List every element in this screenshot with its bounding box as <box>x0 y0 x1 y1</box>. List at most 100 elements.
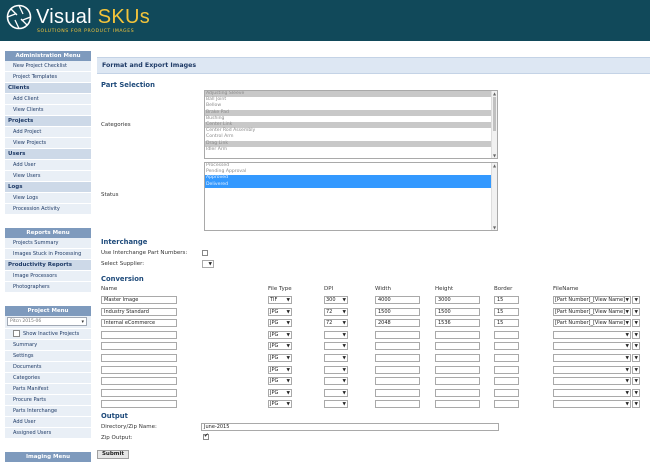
file-type-select[interactable]: TIF ▼ <box>268 296 292 304</box>
file-type-select[interactable]: JPG ▼ <box>268 354 292 362</box>
status-option[interactable]: Delivered <box>205 181 497 188</box>
sidebar-item[interactable]: Parts Manifest <box>5 384 91 395</box>
height-input[interactable]: 3000 <box>435 296 480 304</box>
use-interchange-checkbox[interactable] <box>202 250 208 256</box>
file-type-select[interactable]: JPG ▼ <box>268 400 292 409</box>
arrow-down-icon[interactable]: ▼ <box>492 225 497 230</box>
dpi-select[interactable]: ▼ <box>324 400 348 409</box>
filename-select[interactable]: ▼ <box>553 400 631 409</box>
filename-dropdown-button[interactable]: ▼ <box>632 354 640 362</box>
category-option[interactable]: Idler Arm <box>205 147 497 153</box>
filename-select[interactable]: [Part Number]_[View Name] ▼ <box>553 319 631 328</box>
dpi-select[interactable]: ▼ <box>324 330 348 339</box>
sidebar-item[interactable]: Add User <box>5 160 91 171</box>
width-input[interactable] <box>375 354 420 362</box>
show-inactive-checkbox[interactable] <box>13 330 20 337</box>
supplier-select[interactable]: ▼ <box>202 260 214 268</box>
border-input[interactable]: 15 <box>494 319 519 328</box>
sidebar-item[interactable]: Categories <box>5 373 91 384</box>
name-input[interactable] <box>101 388 177 397</box>
width-input[interactable] <box>375 388 420 397</box>
border-input[interactable] <box>494 377 519 386</box>
border-input[interactable] <box>494 365 519 374</box>
sidebar-item[interactable]: Summary <box>5 340 91 351</box>
sidebar-item[interactable]: Add Project <box>5 127 91 138</box>
filename-select[interactable]: ▼ <box>553 388 631 397</box>
sidebar-item[interactable]: Procession Activity <box>5 204 91 215</box>
sidebar-item[interactable]: Add Client <box>5 94 91 105</box>
dpi-select[interactable]: ▼ <box>324 388 348 397</box>
border-input[interactable] <box>494 354 519 362</box>
project-select[interactable]: Pitcn 2015-06 ▾ <box>7 317 87 326</box>
name-input[interactable] <box>101 400 177 409</box>
filename-select[interactable]: ▼ <box>553 365 631 374</box>
dpi-select[interactable]: 300 ▼ <box>324 296 348 304</box>
file-type-select[interactable]: JPG ▼ <box>268 365 292 374</box>
filename-dropdown-button[interactable]: ▼ <box>632 400 640 409</box>
dpi-select[interactable]: ▼ <box>324 354 348 362</box>
height-input[interactable]: 1536 <box>435 319 480 328</box>
filename-select[interactable]: ▼ <box>553 342 631 351</box>
sidebar-item[interactable]: Photographers <box>5 282 91 293</box>
filename-dropdown-button[interactable]: ▼ <box>632 319 640 328</box>
name-input[interactable] <box>101 342 177 351</box>
scrollbar-thumb[interactable] <box>493 97 496 131</box>
sidebar-item[interactable]: Image Processors <box>5 271 91 282</box>
name-input[interactable] <box>101 330 177 339</box>
border-input[interactable] <box>494 342 519 351</box>
sidebar-item[interactable]: New Project Checklist <box>5 61 91 72</box>
filename-select[interactable]: ▼ <box>553 354 631 362</box>
name-input[interactable] <box>101 354 177 362</box>
name-input[interactable]: Internal eCommerce <box>101 319 177 328</box>
submit-button[interactable]: Submit <box>97 450 129 459</box>
height-input[interactable] <box>435 342 480 351</box>
sidebar-item[interactable]: View Logs <box>5 193 91 204</box>
dpi-select[interactable]: 72 ▼ <box>324 319 348 328</box>
status-listbox[interactable]: Processed Pending Approval Approved Deliver… <box>204 162 498 231</box>
directory-input[interactable]: June-2015 <box>201 423 499 431</box>
sidebar-item[interactable]: View Users <box>5 171 91 182</box>
height-input[interactable] <box>435 365 480 374</box>
file-type-select[interactable]: JPG ▼ <box>268 388 292 397</box>
name-input[interactable]: Industry Standard <box>101 307 177 316</box>
height-input[interactable] <box>435 388 480 397</box>
name-input[interactable] <box>101 365 177 374</box>
sidebar-item[interactable]: Add User <box>5 417 91 428</box>
zip-output-checkbox[interactable] <box>203 433 209 440</box>
width-input[interactable] <box>375 330 420 339</box>
border-input[interactable]: 15 <box>494 307 519 316</box>
filename-dropdown-button[interactable]: ▼ <box>632 365 640 374</box>
sidebar-item[interactable]: Projects Summary <box>5 238 91 249</box>
height-input[interactable] <box>435 354 480 362</box>
arrow-up-icon[interactable]: ▲ <box>492 91 497 96</box>
dpi-select[interactable]: 72 ▼ <box>324 307 348 316</box>
listbox-scrollbar[interactable]: ▲ ▼ <box>491 91 497 158</box>
file-type-select[interactable]: JPG ▼ <box>268 377 292 386</box>
filename-dropdown-button[interactable]: ▼ <box>632 296 640 304</box>
dpi-select[interactable]: ▼ <box>324 342 348 351</box>
listbox-scrollbar[interactable]: ▲ ▼ <box>491 163 497 230</box>
border-input[interactable] <box>494 388 519 397</box>
sidebar-item[interactable]: Images Stuck in Processing <box>5 249 91 260</box>
filename-select[interactable]: ▼ <box>553 377 631 386</box>
arrow-up-icon[interactable]: ▲ <box>492 163 497 168</box>
border-input[interactable]: 15 <box>494 296 519 304</box>
categories-listbox[interactable]: Adjusting Sleeve Ball Joint Bellow Brake Pa… <box>204 90 498 159</box>
filename-dropdown-button[interactable]: ▼ <box>632 388 640 397</box>
sidebar-item[interactable]: Project Templates <box>5 72 91 83</box>
name-input[interactable]: Master Image <box>101 296 177 304</box>
dpi-select[interactable]: ▼ <box>324 377 348 386</box>
height-input[interactable] <box>435 377 480 386</box>
width-input[interactable] <box>375 377 420 386</box>
sidebar-item[interactable]: Procure Parts <box>5 395 91 406</box>
name-input[interactable] <box>101 377 177 386</box>
dpi-select[interactable]: ▼ <box>324 365 348 374</box>
sidebar-item[interactable]: Parts Interchange <box>5 406 91 417</box>
filename-dropdown-button[interactable]: ▼ <box>632 342 640 351</box>
filename-select[interactable]: [Part Number]_[View Name] ▼ <box>553 307 631 316</box>
file-type-select[interactable]: JPG ▼ <box>268 307 292 316</box>
sidebar-item[interactable]: View Clients <box>5 105 91 116</box>
width-input[interactable] <box>375 342 420 351</box>
filename-select[interactable]: [Part Number]_[View Name] ▼ <box>553 296 631 304</box>
border-input[interactable] <box>494 330 519 339</box>
